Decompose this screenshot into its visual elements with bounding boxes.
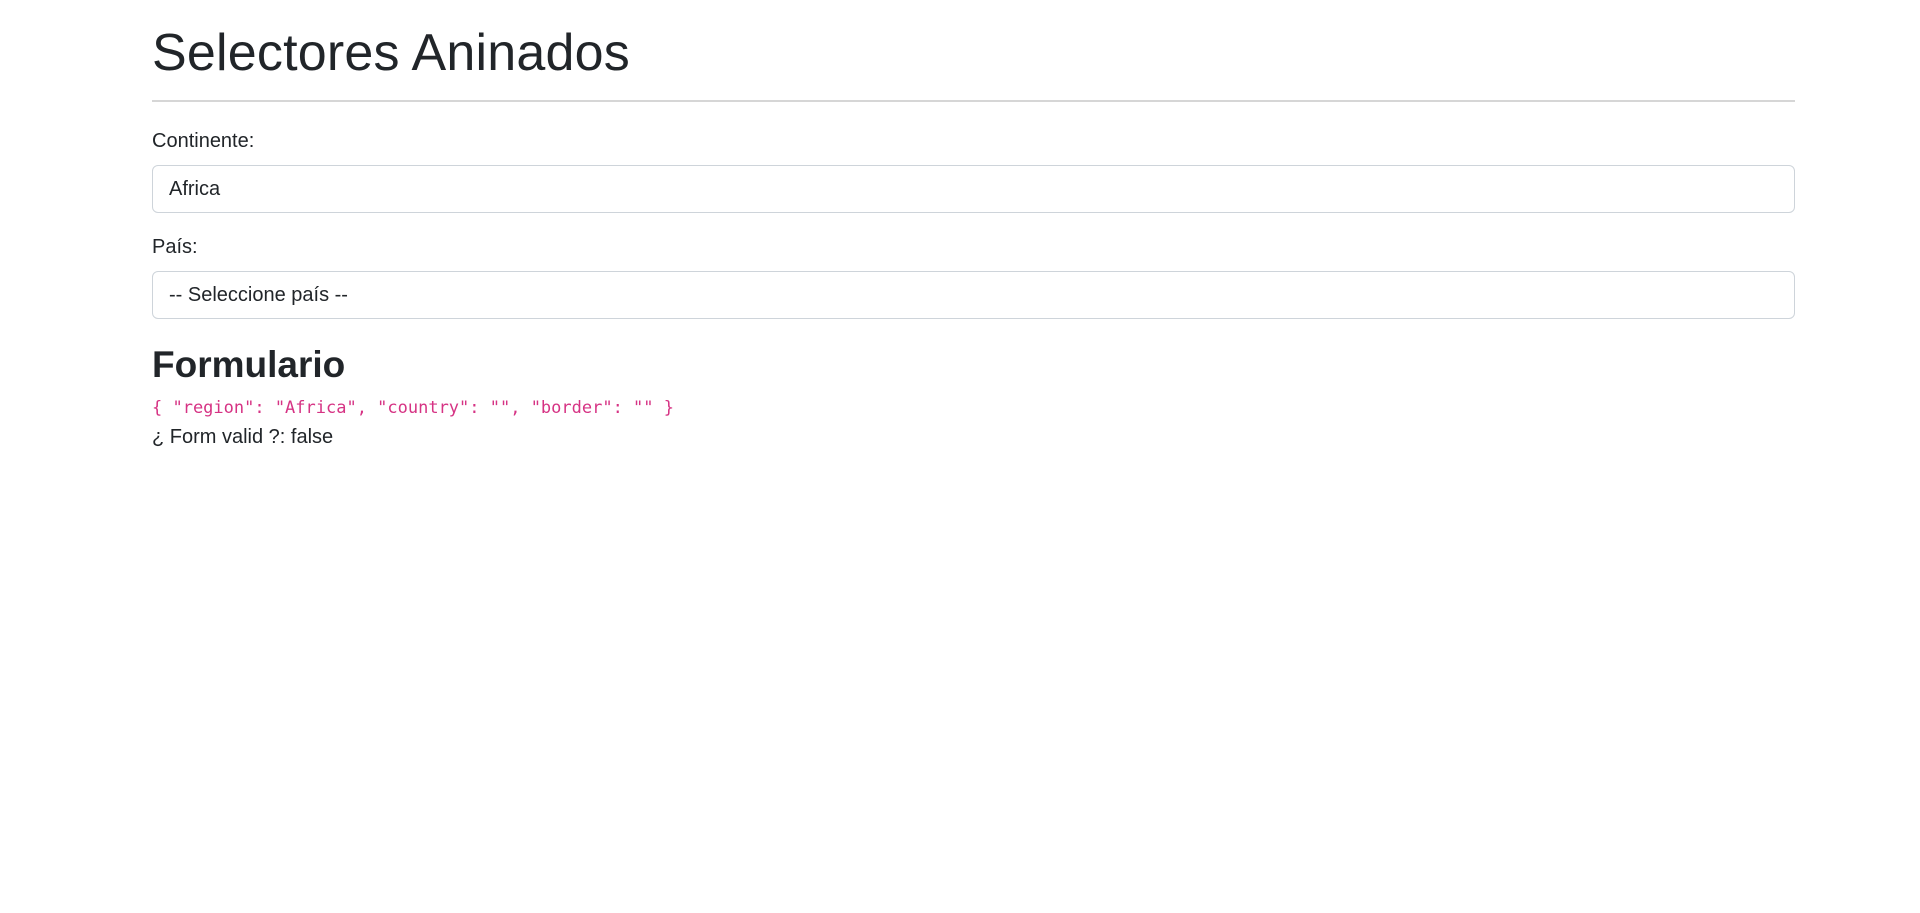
main-container: Selectores Aninados Continente: Africa P… [152,0,1795,449]
form-valid-label: ¿ Form valid ?: [152,426,286,448]
country-select[interactable]: -- Seleccione país -- [152,271,1795,319]
page-title: Selectores Aninados [152,24,630,82]
form-valid-status: ¿ Form valid ?: false [152,425,1795,449]
continent-select-value: Africa [169,177,221,200]
country-label: País: [152,236,198,258]
divider [152,100,1795,102]
continent-select[interactable]: Africa [152,165,1795,213]
continent-label: Continente: [152,130,255,152]
form-json-output: { "region": "Africa", "country": "", "bo… [152,398,674,418]
form-valid-value: false [290,426,334,448]
country-select-value: -- Seleccione país -- [169,283,348,306]
form-debug-title: Formulario [152,344,346,385]
